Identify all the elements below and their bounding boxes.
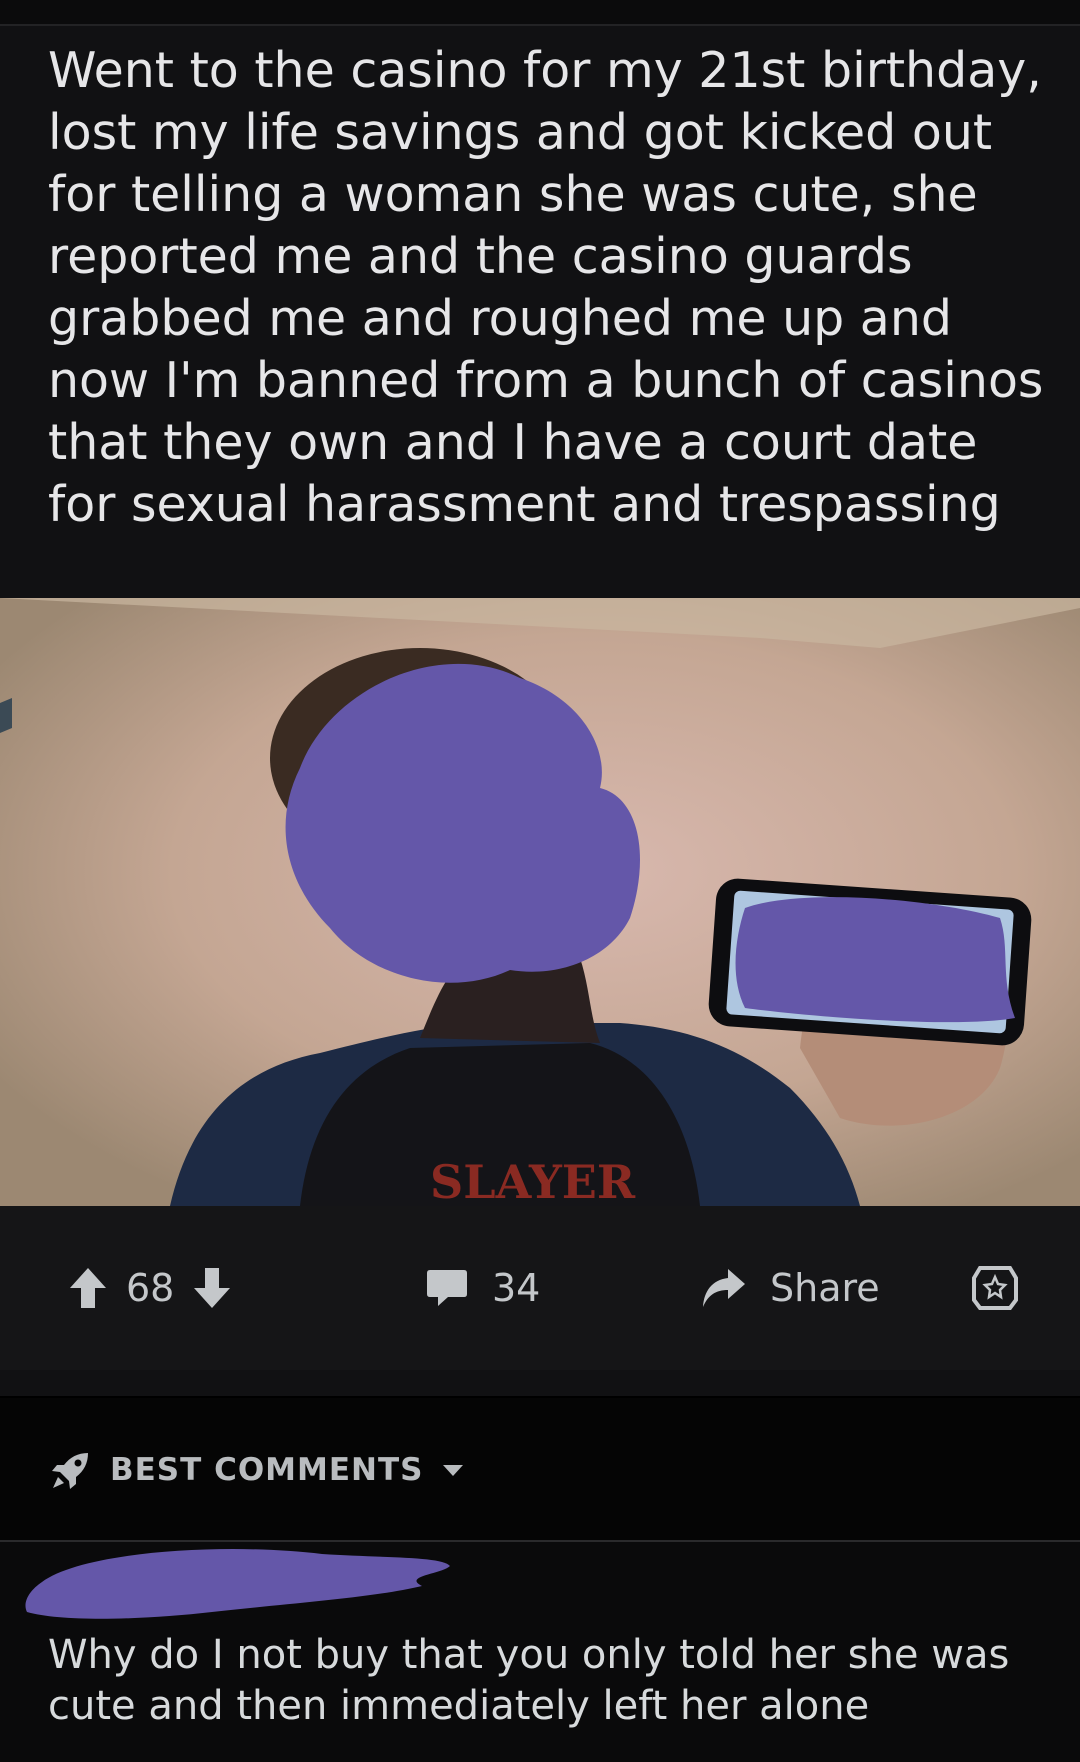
top-divider — [0, 0, 1080, 26]
post-image[interactable]: SLAYER — [0, 598, 1080, 1206]
author-name-redaction — [25, 1549, 451, 1619]
rocket-icon — [52, 1453, 88, 1489]
post-action-bar: 68 34 Share — [0, 1206, 1080, 1370]
comment-text[interactable]: Why do I not buy that you only told her … — [48, 1630, 1048, 1732]
selfie-photo: SLAYER — [0, 598, 1080, 1206]
share-button[interactable]: Share — [700, 1206, 880, 1370]
speech-bubble-icon — [427, 1270, 467, 1306]
comment-card: Why do I not buy that you only told her … — [0, 1542, 1080, 1762]
award-button[interactable] — [972, 1206, 1018, 1370]
arrow-down-icon — [194, 1268, 231, 1308]
downvote-button[interactable] — [192, 1266, 232, 1310]
comments-count: 34 — [492, 1266, 541, 1310]
award-icon — [972, 1266, 1018, 1310]
share-arrow-icon — [703, 1269, 745, 1307]
comments-button[interactable]: 34 — [426, 1206, 540, 1370]
arrow-up-icon — [70, 1268, 106, 1308]
upvote-button[interactable] — [68, 1266, 108, 1310]
post-title[interactable]: Went to the casino for my 21st birthday,… — [48, 40, 1048, 536]
comments-sort-bar: BEST COMMENTS — [0, 1398, 1080, 1542]
sort-label: BEST COMMENTS — [110, 1452, 424, 1488]
shirt-print: SLAYER — [430, 1155, 636, 1206]
vote-score: 68 — [126, 1266, 175, 1310]
sort-comments-dropdown[interactable]: BEST COMMENTS — [50, 1398, 465, 1542]
share-label: Share — [770, 1266, 880, 1310]
caret-down-icon — [443, 1465, 464, 1476]
vote-controls: 68 — [68, 1206, 232, 1370]
